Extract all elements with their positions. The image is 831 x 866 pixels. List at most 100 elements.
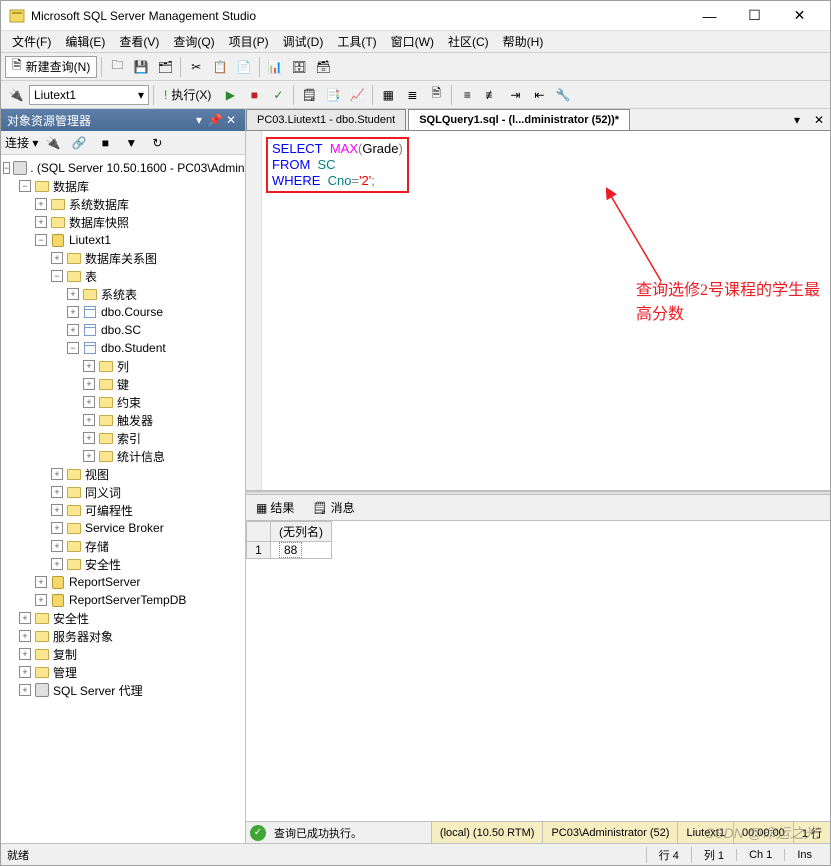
menu-community[interactable]: 社区(C) [441,31,496,52]
save-all-button[interactable]: 🗂 [154,56,176,78]
close-button[interactable]: ✕ [777,2,822,30]
stop-button[interactable]: ■ [243,84,265,106]
new-query-icon: 🗎 [12,56,22,77]
client-stats-button[interactable]: 📈 [346,84,368,106]
tree-replication[interactable]: +复制 [1,645,245,663]
results-text-button[interactable]: ≣ [401,84,423,106]
query-status-msg: 查询已成功执行。 [270,825,431,841]
object-explorer-header: 对象资源管理器 ▾ 📌 ✕ [1,109,245,131]
outdent-button[interactable]: ⇤ [528,84,550,106]
tree-table-student[interactable]: −dbo.Student [1,339,245,357]
tree-security[interactable]: +安全性 [1,609,245,627]
sql-editor[interactable]: SELECT MAX(Grade) FROM SC WHERE Cno='2';… [246,131,830,491]
menu-edit[interactable]: 编辑(E) [58,31,112,52]
tree-reportserver[interactable]: +ReportServer [1,573,245,591]
tree-db-snapshot[interactable]: +数据库快照 [1,213,245,231]
minimize-button[interactable]: — [687,2,732,30]
message-icon: 🗒 [312,501,327,515]
tree-server-objects[interactable]: +服务器对象 [1,627,245,645]
tree-server[interactable]: −. (SQL Server 10.50.1600 - PC03\Adminis… [1,159,245,177]
specify-values-button[interactable]: 🔧 [552,84,574,106]
registered-servers-button[interactable]: 🗄 [288,56,310,78]
tree-sys-tables[interactable]: +系统表 [1,285,245,303]
new-query-button[interactable]: 🗎 新建查询(N) [5,56,97,78]
menubar: 文件(F) 编辑(E) 查看(V) 查询(Q) 项目(P) 调试(D) 工具(T… [1,31,830,53]
paste-button[interactable]: 📄 [233,56,255,78]
tree-synonyms[interactable]: +同义词 [1,483,245,501]
tree-tables[interactable]: −表 [1,267,245,285]
indent-button[interactable]: ⇥ [504,84,526,106]
tree[interactable]: −. (SQL Server 10.50.1600 - PC03\Adminis… [1,155,245,843]
disconnect-icon[interactable]: 🔗 [68,132,90,154]
dropdown-icon[interactable]: ▾ [191,112,207,128]
menu-query[interactable]: 查询(Q) [166,31,221,52]
menu-project[interactable]: 项目(P) [222,31,276,52]
tree-table-sc[interactable]: +dbo.SC [1,321,245,339]
comment-button[interactable]: ≡ [456,84,478,106]
database-combo[interactable]: Liutext1 ▾ [29,85,149,105]
tree-user-db[interactable]: −Liutext1 [1,231,245,249]
menu-file[interactable]: 文件(F) [5,31,58,52]
tree-programmability[interactable]: +可编程性 [1,501,245,519]
tab-sql-query[interactable]: SQLQuery1.sql - (l...dministrator (52))* [408,109,630,130]
menu-debug[interactable]: 调试(D) [276,31,331,52]
debug-button[interactable]: ▶ [219,84,241,106]
tree-constraints[interactable]: +约束 [1,393,245,411]
results-file-button[interactable]: 🗎 [425,84,447,106]
cut-button[interactable]: ✂ [185,56,207,78]
filter-icon[interactable]: ▼ [120,132,142,154]
tree-sys-db[interactable]: +系统数据库 [1,195,245,213]
tree-db-security[interactable]: +安全性 [1,555,245,573]
menu-window[interactable]: 窗口(W) [384,31,441,52]
menu-view[interactable]: 查看(V) [112,31,166,52]
menu-tools[interactable]: 工具(T) [330,31,383,52]
tab-dropdown-icon[interactable]: ▾ [786,109,808,131]
sql-highlight-box: SELECT MAX(Grade) FROM SC WHERE Cno='2'; [266,137,409,193]
include-plan-button[interactable]: 📑 [322,84,344,106]
save-button[interactable]: 💾 [130,56,152,78]
copy-button[interactable]: 📋 [209,56,231,78]
tree-indexes[interactable]: +索引 [1,429,245,447]
open-file-button[interactable]: 🗀 [106,56,128,78]
statusbar: 就绪 行 4 列 1 Ch 1 Ins [1,843,830,865]
parse-button[interactable]: ✓ [267,84,289,106]
result-cell[interactable]: 88 [271,542,332,559]
object-explorer-button[interactable]: 🗃 [312,56,334,78]
tab-close-icon[interactable]: ✕ [808,109,830,131]
results-grid-button[interactable]: ▦ [377,84,399,106]
tree-databases[interactable]: −数据库 [1,177,245,195]
connect-dropdown[interactable]: 连接 ▾ [5,134,38,151]
tree-views[interactable]: +视图 [1,465,245,483]
tree-stats[interactable]: +统计信息 [1,447,245,465]
activity-monitor-button[interactable]: 📊 [264,56,286,78]
close-panel-icon[interactable]: ✕ [223,112,239,128]
result-header[interactable]: (无列名) [271,522,332,542]
status-user: PC03\Administrator (52) [542,822,677,843]
grid-icon: ▦ [256,501,267,515]
maximize-button[interactable]: ☐ [732,2,777,30]
connect-button[interactable]: 🔌 [5,84,27,106]
tree-service-broker[interactable]: +Service Broker [1,519,245,537]
tree-triggers[interactable]: +触发器 [1,411,245,429]
uncomment-button[interactable]: ≢ [480,84,502,106]
execute-button[interactable]: ! 执行(X) [158,84,217,106]
tab-student-table[interactable]: PC03.Liutext1 - dbo.Student [246,109,406,130]
tree-storage[interactable]: +存储 [1,537,245,555]
connect-icon[interactable]: 🔌 [42,132,64,154]
refresh-icon[interactable]: ↻ [146,132,168,154]
tree-table-course[interactable]: +dbo.Course [1,303,245,321]
menu-help[interactable]: 帮助(H) [496,31,551,52]
tree-keys[interactable]: +键 [1,375,245,393]
tree-columns[interactable]: +列 [1,357,245,375]
stop-icon[interactable]: ■ [94,132,116,154]
tree-sql-agent[interactable]: +SQL Server 代理 [1,681,245,699]
tree-management[interactable]: +管理 [1,663,245,681]
display-plan-button[interactable]: 🗒 [298,84,320,106]
result-grid[interactable]: (无列名) 188 [246,521,830,821]
result-row-header[interactable]: 1 [247,542,271,559]
tab-results[interactable]: ▦结果 [250,497,300,518]
pin-icon[interactable]: 📌 [207,112,223,128]
tree-db-diagrams[interactable]: +数据库关系图 [1,249,245,267]
tree-reportserver-temp[interactable]: +ReportServerTempDB [1,591,245,609]
tab-messages[interactable]: 🗒消息 [306,497,360,518]
